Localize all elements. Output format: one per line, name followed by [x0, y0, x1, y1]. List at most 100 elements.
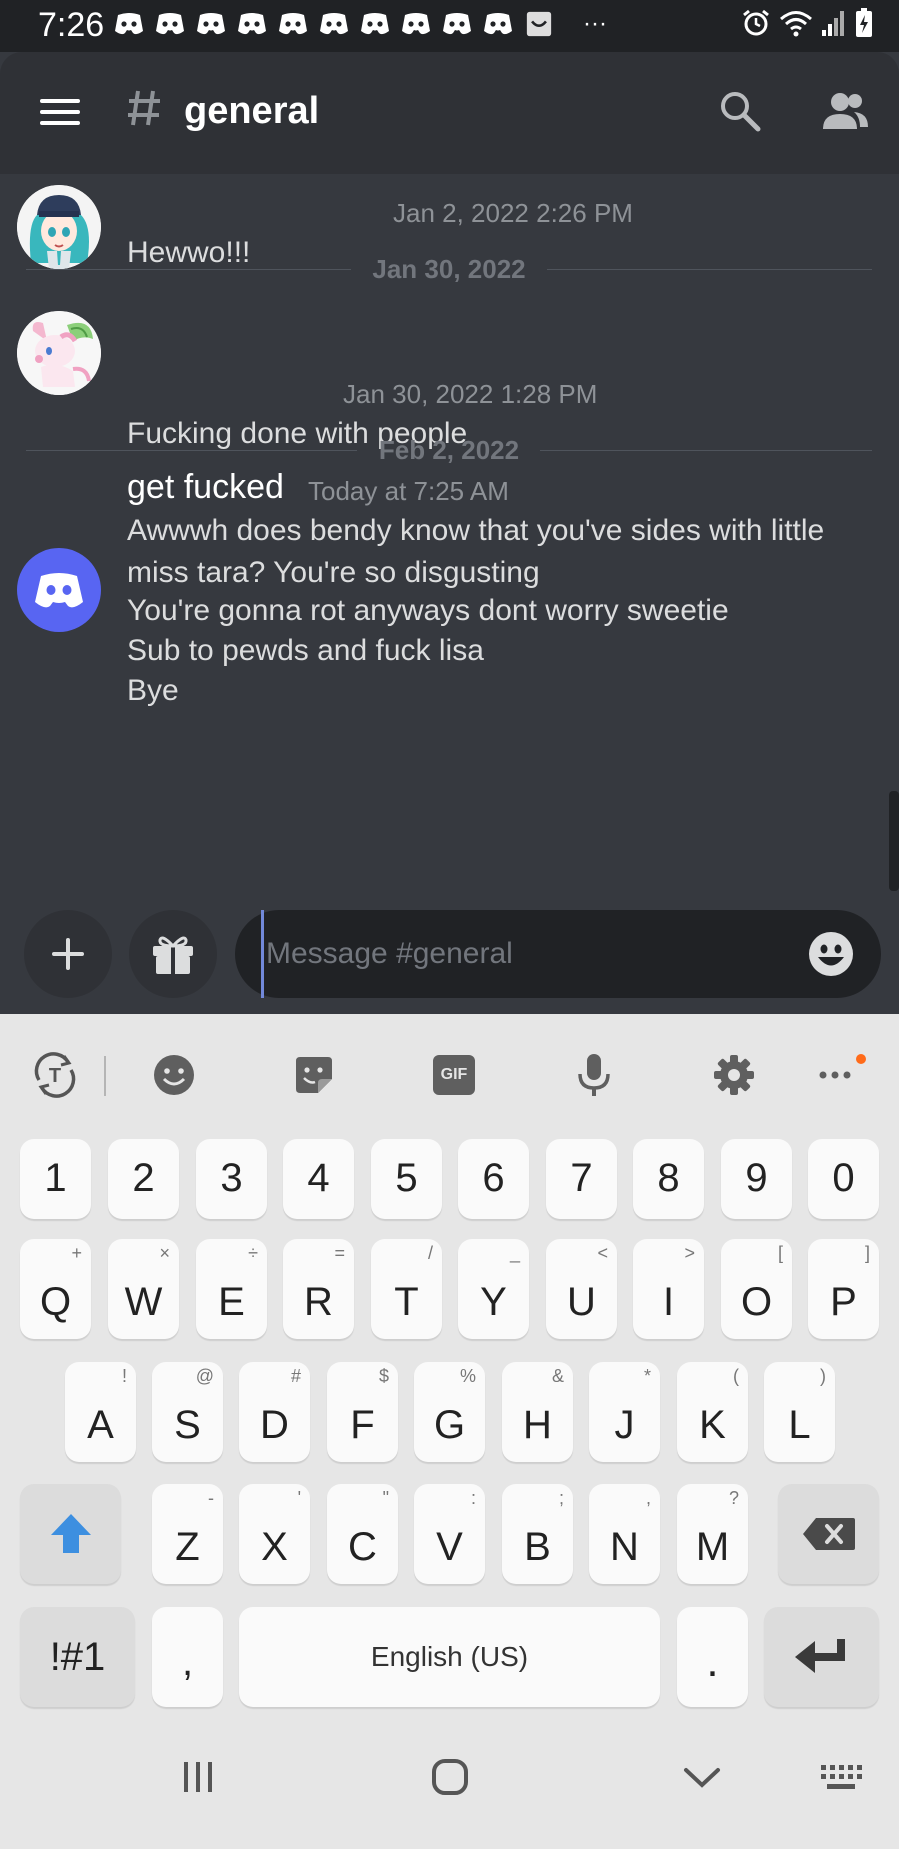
key-u[interactable]: < U	[546, 1239, 617, 1339]
key-g[interactable]: % G	[414, 1362, 485, 1462]
key-c[interactable]: " C	[327, 1484, 398, 1584]
enter-key[interactable]	[764, 1607, 879, 1707]
key-alt: ;	[558, 1488, 564, 1508]
key-label: V	[436, 1525, 463, 1569]
search-icon[interactable]	[718, 89, 762, 133]
shift-key[interactable]	[20, 1484, 121, 1584]
discord-icon	[197, 13, 225, 35]
key-label: 3	[220, 1156, 243, 1200]
key-a[interactable]: ! A	[65, 1362, 136, 1462]
key-8[interactable]: 8	[633, 1139, 704, 1219]
back-chevron-icon	[684, 1768, 720, 1788]
key-z[interactable]: -Z	[152, 1484, 223, 1584]
voice-input-button[interactable]	[569, 1050, 619, 1100]
key-9[interactable]: 9	[721, 1139, 792, 1219]
key-s[interactable]: @ S	[152, 1362, 223, 1462]
key-4[interactable]: 4	[283, 1139, 354, 1219]
gift-button[interactable]	[129, 910, 217, 998]
key-b[interactable]: ; B	[502, 1484, 573, 1584]
home-button[interactable]	[420, 1752, 480, 1802]
key-p[interactable]: ] P	[808, 1239, 879, 1339]
message-text: miss tara? You're so disgusting	[127, 556, 540, 589]
key-i[interactable]: > I	[633, 1239, 704, 1339]
key-o[interactable]: [O	[721, 1239, 792, 1339]
message-author[interactable]: get fucked	[127, 468, 284, 507]
key-label: N	[610, 1525, 639, 1569]
avatar[interactable]	[17, 548, 101, 632]
key-w[interactable]: × W	[108, 1239, 179, 1339]
key-label: Q	[39, 1280, 72, 1324]
more-icon	[819, 1071, 851, 1079]
key-label: L	[788, 1403, 811, 1447]
discord-icon	[484, 13, 512, 35]
add-attachment-button[interactable]	[24, 910, 112, 998]
backspace-icon	[802, 1518, 855, 1550]
gif-button[interactable]: GIF	[429, 1050, 479, 1100]
key-label: F	[350, 1403, 375, 1447]
scrollbar[interactable]	[889, 791, 899, 891]
back-button[interactable]	[672, 1752, 732, 1802]
key-m[interactable]: ? M	[677, 1484, 748, 1584]
keyboard-switch-button[interactable]	[811, 1752, 871, 1802]
period-label: .	[706, 1637, 719, 1686]
sticker-icon	[296, 1057, 332, 1093]
backspace-key[interactable]	[778, 1484, 879, 1584]
inbox-icon	[526, 11, 552, 37]
key-label: M	[695, 1525, 730, 1569]
period-key[interactable]: .	[677, 1607, 748, 1707]
key-1[interactable]: 1	[20, 1139, 91, 1219]
alarm-icon	[743, 9, 769, 36]
recent-apps-button[interactable]	[168, 1752, 228, 1802]
emoji-button[interactable]	[149, 1050, 199, 1100]
key-alt: "	[382, 1488, 389, 1508]
key-alt: (	[733, 1366, 739, 1386]
more-button[interactable]	[812, 1050, 862, 1100]
key-j[interactable]: * J	[589, 1362, 660, 1462]
key-alt: ]	[864, 1243, 870, 1263]
key-v[interactable]: :V	[414, 1484, 485, 1584]
key-label: Y	[480, 1280, 507, 1324]
key-n[interactable]: ,N	[589, 1484, 660, 1584]
date-separator-label: Jan 30, 2022	[372, 254, 526, 284]
key-5[interactable]: 5	[371, 1139, 442, 1219]
key-d[interactable]: # D	[239, 1362, 310, 1462]
key-6[interactable]: 6	[458, 1139, 529, 1219]
key-0[interactable]: 0	[808, 1139, 879, 1219]
message-text: Bye	[127, 674, 179, 707]
key-r[interactable]: = R	[283, 1239, 354, 1339]
key-alt: %	[459, 1366, 476, 1386]
message-timestamp: Jan 30, 2022 1:28 PM	[343, 379, 598, 409]
key-y[interactable]: _ Y	[458, 1239, 529, 1339]
avatar[interactable]	[17, 311, 101, 395]
key-e[interactable]: ÷ E	[196, 1239, 267, 1339]
key-l[interactable]: ) L	[764, 1362, 835, 1462]
symbols-key[interactable]: !#1	[20, 1607, 135, 1707]
translate-button[interactable]: T	[30, 1050, 80, 1100]
space-key[interactable]: English (US)	[239, 1607, 660, 1707]
key-x[interactable]: ' X	[239, 1484, 310, 1584]
key-t[interactable]: / T	[371, 1239, 442, 1339]
message-list[interactable]: Jan 2, 2022 2:26 PM Hewwo!!! Jan 30, 202…	[0, 174, 899, 904]
emoji-icon[interactable]	[807, 930, 855, 978]
members-icon[interactable]	[820, 89, 870, 133]
channel-title: general	[184, 90, 320, 132]
discord-icon	[443, 13, 471, 35]
key-2[interactable]: 2	[108, 1139, 179, 1219]
key-q[interactable]: + Q	[20, 1239, 91, 1339]
battery-charging-icon	[856, 8, 872, 37]
key-h[interactable]: & H	[502, 1362, 573, 1462]
settings-button[interactable]	[709, 1050, 759, 1100]
key-alt: [	[777, 1243, 783, 1263]
key-label: I	[662, 1280, 675, 1324]
sticker-button[interactable]	[289, 1050, 339, 1100]
key-7[interactable]: 7	[546, 1139, 617, 1219]
key-f[interactable]: $ F	[327, 1362, 398, 1462]
key-label: 7	[570, 1156, 593, 1200]
notification-icons: ···	[114, 10, 607, 38]
message-input[interactable]	[261, 910, 801, 998]
comma-key[interactable]: ,	[152, 1607, 223, 1707]
menu-icon[interactable]	[38, 90, 82, 134]
key-3[interactable]: 3	[196, 1139, 267, 1219]
key-alt: :	[470, 1488, 476, 1508]
key-k[interactable]: (K	[677, 1362, 748, 1462]
